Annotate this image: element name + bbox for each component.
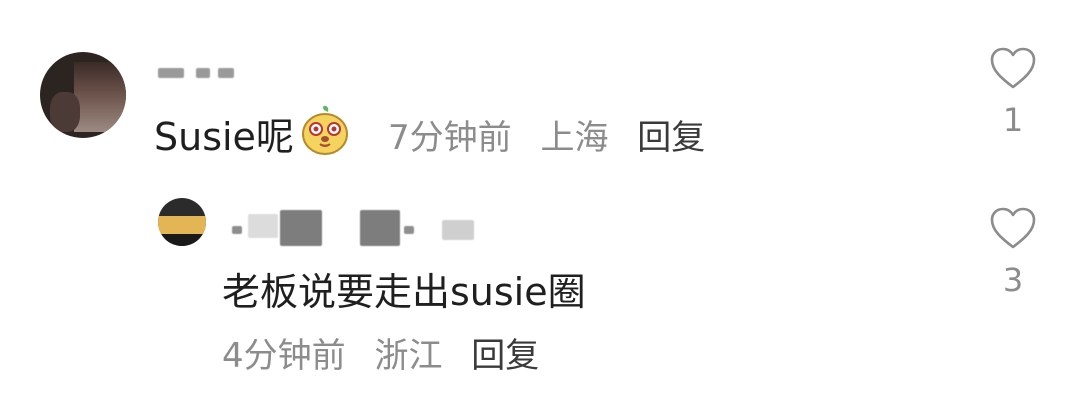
- reply-button[interactable]: 回复: [471, 336, 539, 376]
- comment-text: Susie呢: [154, 105, 350, 167]
- reply-location: 浙江: [374, 336, 443, 376]
- reply-text: 老板说要走出susie圈: [222, 270, 586, 314]
- avatar[interactable]: [158, 198, 206, 246]
- like-button[interactable]: 3: [983, 206, 1043, 300]
- comment-meta: 7分钟前 上海 回复: [388, 116, 723, 160]
- like-button[interactable]: 1: [983, 46, 1043, 140]
- avatar[interactable]: [40, 52, 126, 138]
- cute-dog-emoji-icon: [300, 104, 350, 167]
- username-redacted[interactable]: [232, 206, 492, 246]
- reply-meta: 4分钟前 浙江 回复: [222, 334, 557, 378]
- comment-time: 7分钟前: [388, 118, 512, 158]
- heart-outline-icon: [990, 47, 1036, 89]
- reply-button[interactable]: 回复: [637, 118, 705, 158]
- watermark: [850, 370, 1060, 390]
- avatar-blur: [74, 62, 126, 132]
- reply-time: 4分钟前: [222, 336, 346, 376]
- comment-text-body: Susie呢: [154, 115, 294, 159]
- avatar-shadow: [158, 234, 206, 246]
- avatar-band: [158, 216, 206, 234]
- username-redacted[interactable]: [158, 68, 248, 80]
- like-count: 3: [1002, 261, 1024, 299]
- avatar-blur-shape: [50, 92, 80, 132]
- like-count: 1: [1002, 101, 1024, 139]
- heart-outline-icon: [990, 207, 1036, 249]
- comment-location: 上海: [540, 118, 609, 158]
